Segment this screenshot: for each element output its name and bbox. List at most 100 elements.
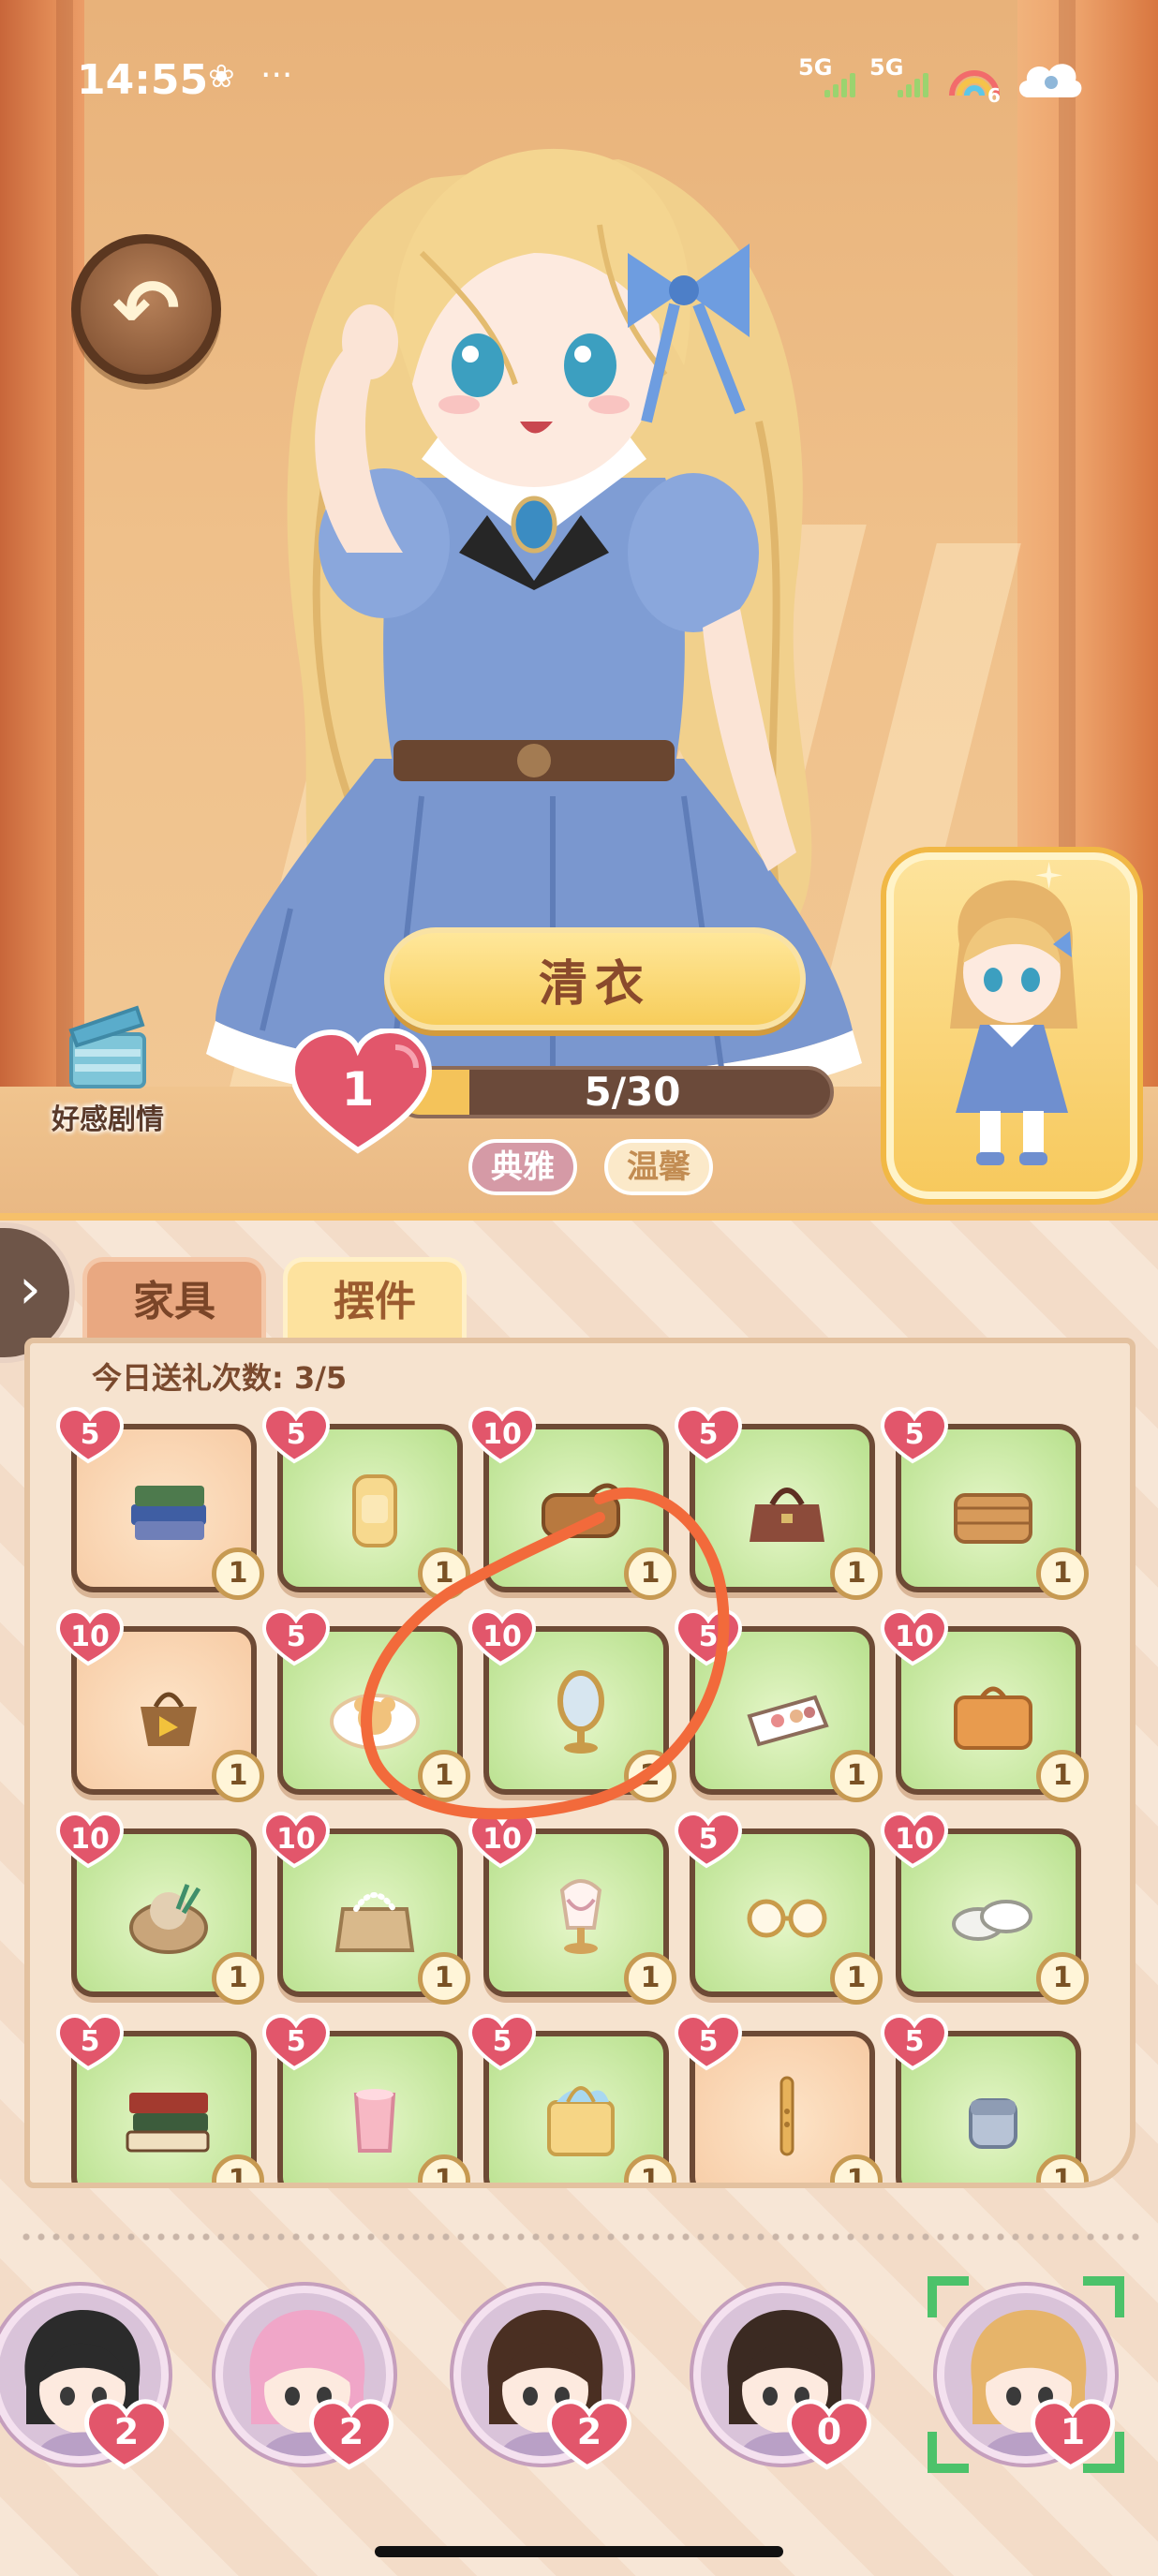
affection-points: 10 [482, 1621, 522, 1653]
character-portrait-card[interactable] [886, 852, 1137, 1199]
item-quantity: 1 [212, 1547, 264, 1600]
affection-points: 10 [276, 1823, 316, 1856]
item-quantity: 1 [418, 1547, 470, 1600]
affection-points-badge: 10 [468, 1811, 537, 1870]
gift-item[interactable]: 10 1 [880, 1811, 1089, 2005]
signal-bars-icon [824, 67, 864, 97]
item-quantity: 1 [1036, 2154, 1089, 2183]
gift-item[interactable]: 51 [880, 1406, 1089, 1600]
affection-points-badge: 5 [674, 1608, 743, 1667]
toothbrush-icon [779, 2076, 794, 2156]
gift-item[interactable]: 51 [55, 1406, 264, 1600]
affection-points: 5 [286, 2025, 306, 2058]
chevron-right-icon: › [19, 1256, 41, 1322]
affection-points: 5 [698, 1621, 719, 1653]
pink-cup-icon [353, 2089, 396, 2153]
affection-points: 5 [904, 1418, 925, 1451]
tab-furniture[interactable]: 家具 [82, 1257, 266, 1341]
item-quantity: 1 [624, 2154, 676, 2183]
back-button[interactable]: ↶ [71, 234, 221, 384]
affection-points: 10 [895, 1621, 934, 1653]
character-gift-count-badge: 2 [308, 2398, 394, 2473]
gift-item[interactable]: 51 [880, 2013, 1089, 2183]
cream-jar-icon [969, 2098, 1017, 2149]
affection-points-badge: 10 [880, 1811, 949, 1870]
wicker-suitcase-icon [954, 1686, 1032, 1750]
gift-item[interactable]: 51 [261, 2013, 470, 2183]
gift-item[interactable]: 10 2 [468, 1608, 676, 1802]
character-name-plate: 清衣 [384, 927, 806, 1030]
affection-points: 10 [482, 1823, 522, 1856]
gift-item[interactable]: 51 [674, 1608, 883, 1802]
item-quantity: 1 [418, 2154, 470, 2183]
signal-bars-icon [898, 67, 937, 97]
item-quantity: 1 [418, 1952, 470, 2005]
character-gift-count-badge: 2 [546, 2398, 632, 2473]
status-time: 14:55 [77, 56, 209, 104]
glass-jar-icon [352, 1474, 397, 1547]
affection-points-badge: 10 [468, 1406, 537, 1465]
book-stack-icon [126, 2093, 210, 2153]
affection-points-badge: 10 [55, 1811, 125, 1870]
clapperboard-icon [68, 1005, 146, 1088]
item-quantity: 1 [624, 1547, 676, 1600]
item-quantity: 1 [830, 1547, 883, 1600]
character-gift-count: 2 [113, 2411, 140, 2452]
affection-points-badge: 10 [55, 1608, 125, 1667]
gift-item[interactable]: 51 [674, 1811, 883, 2005]
gift-item[interactable]: 51 [674, 1406, 883, 1600]
gift-item[interactable]: 10 1 [55, 1811, 264, 2005]
affection-points: 5 [698, 2025, 719, 2058]
affection-points: 5 [698, 1418, 719, 1451]
yarn-basket-icon [129, 1884, 208, 1954]
item-quantity: 1 [830, 1952, 883, 2005]
gift-item[interactable]: 51 [55, 2013, 264, 2183]
item-quantity: 1 [1036, 1547, 1089, 1600]
status-more: ··· [260, 56, 293, 95]
affection-points-badge: 5 [674, 2013, 743, 2072]
character-scene: 14:55 ❀ ··· 5G 5G 6 ↶ 好感剧情 清衣 5/30 1 典雅 … [0, 0, 1158, 1218]
woven-bag-icon [141, 1692, 197, 1746]
affection-points-badge: 10 [261, 1811, 331, 1870]
character-gift-count: 2 [576, 2411, 602, 2452]
affection-value: 5/30 [584, 1069, 681, 1115]
gift-inventory: 今日送礼次数: 3/5 5 1 5 1 10 1 5 1 5 1 10 1 5 1 10 2 5 1 10 1 10 1 1… [24, 1338, 1136, 2188]
affection-progress-bar: 5/30 [393, 1066, 834, 1118]
gift-item[interactable]: 10 1 [55, 1608, 264, 1802]
selection-bracket [928, 2432, 969, 2473]
gift-item[interactable]: 10 1 [261, 1811, 470, 2005]
trait-tag: 温馨 [604, 1139, 713, 1195]
affection-points-badge: 5 [468, 2013, 537, 2072]
gift-item[interactable]: 10 1 [468, 1406, 676, 1600]
item-quantity: 1 [212, 1952, 264, 2005]
gift-item[interactable]: 51 [468, 2013, 676, 2183]
gift-item[interactable]: 51 [674, 2013, 883, 2183]
affection-points: 5 [904, 2025, 925, 2058]
affection-points-badge: 5 [55, 2013, 125, 2072]
gift-item[interactable]: 51 [261, 1406, 470, 1600]
affection-points: 5 [80, 2025, 100, 2058]
affection-points-badge: 10 [880, 1608, 949, 1667]
affection-story-button[interactable]: 好感剧情 [37, 1002, 178, 1143]
affection-points: 5 [698, 1823, 719, 1856]
gift-item[interactable]: 10 1 [880, 1608, 1089, 1802]
gift-item[interactable]: 10 1 [468, 1811, 676, 2005]
tab-ornaments[interactable]: 摆件 [283, 1257, 467, 1341]
affection-points-badge: 5 [261, 1406, 331, 1465]
affection-points: 10 [70, 1823, 110, 1856]
character-gift-count: 0 [816, 2411, 842, 2452]
item-quantity: 1 [1036, 1750, 1089, 1802]
brown-clutch-icon [542, 1483, 623, 1538]
character-gift-count: 2 [338, 2411, 364, 2452]
trait-tag: 典雅 [468, 1139, 577, 1195]
undo-arrow-icon: ↶ [111, 262, 181, 356]
affection-points: 5 [286, 1621, 306, 1653]
affection-points-badge: 5 [880, 2013, 949, 2072]
affection-points-badge: 5 [674, 1811, 743, 1870]
affection-level-heart: 1 [289, 1027, 433, 1160]
item-quantity: 1 [212, 2154, 264, 2183]
gift-item[interactable]: 51 [261, 1608, 470, 1802]
app-notification-icon: ❀ [208, 58, 235, 96]
bear-plate-icon [330, 1694, 420, 1750]
home-indicator [375, 2546, 783, 2557]
